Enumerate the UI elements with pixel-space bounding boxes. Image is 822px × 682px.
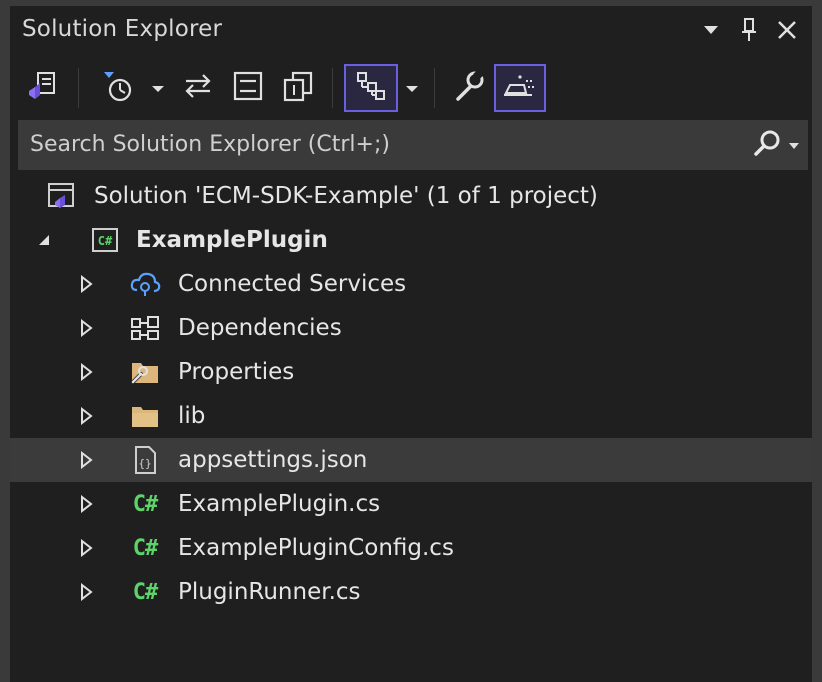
vs-solution-switch-icon (26, 69, 60, 107)
tree-item-label: lib (178, 403, 206, 429)
csharp-file-icon: C# (132, 579, 159, 605)
connected-services-icon (128, 267, 162, 301)
panel-titlebar: Solution Explorer (10, 6, 812, 56)
preview-icon (502, 71, 538, 105)
collapse-triangle-icon[interactable] (34, 228, 54, 252)
csharp-file-icon: C# (132, 491, 159, 517)
expand-triangle-icon[interactable] (76, 536, 96, 560)
pending-changes-filter-button[interactable] (94, 64, 142, 112)
dependencies-icon (128, 311, 162, 345)
switch-views-button[interactable] (20, 64, 66, 112)
collapse-all-button[interactable] (228, 64, 268, 112)
expand-triangle-icon[interactable] (76, 404, 96, 428)
sync-with-active-document-button[interactable] (178, 64, 218, 112)
properties-button[interactable] (448, 64, 490, 112)
expand-triangle-icon[interactable] (76, 316, 96, 340)
tree-item-label: Dependencies (178, 315, 342, 341)
tree-row-lib[interactable]: lib (10, 394, 812, 438)
tree-item-label: appsettings.json (178, 447, 368, 473)
toolbar-separator (332, 68, 333, 108)
class-view-icon (354, 69, 388, 107)
tree-row-project[interactable]: C# ExamplePlugin (10, 218, 812, 262)
explorer-toolbar (10, 58, 812, 118)
csharp-project-icon: C# (88, 223, 122, 257)
show-all-files-button[interactable] (278, 64, 318, 112)
search-input[interactable]: Search Solution Explorer (Ctrl+;) (30, 132, 390, 157)
solution-label: Solution 'ECM-SDK-Example' (1 of 1 proje… (94, 183, 598, 209)
tree-row-properties[interactable]: Properties (10, 350, 812, 394)
panel-title: Solution Explorer (22, 16, 223, 42)
expand-triangle-icon[interactable] (76, 360, 96, 384)
tree-row-solution[interactable]: Solution 'ECM-SDK-Example' (1 of 1 proje… (10, 174, 812, 218)
svg-text:C#: C# (98, 234, 113, 248)
search-box[interactable]: Search Solution Explorer (Ctrl+;) (18, 120, 808, 170)
tree-row-connected-services[interactable]: Connected Services (10, 262, 812, 306)
csharp-file-icon: C# (132, 535, 159, 561)
solution-explorer-panel: Solution Explorer Search Solution Explor… (10, 6, 812, 682)
class-view-dropdown[interactable] (402, 64, 422, 112)
tree-item-label: PluginRunner.cs (178, 579, 361, 605)
collapse-all-icon (231, 69, 265, 107)
show-all-files-icon (281, 69, 315, 107)
wrench-icon (452, 69, 486, 107)
view-class-diagram-button[interactable] (344, 64, 398, 112)
tree-row-examplepluginconfig-cs[interactable]: C# ExamplePluginConfig.cs (10, 526, 812, 570)
search-controls (752, 128, 800, 162)
json-file-icon: {} (128, 443, 162, 477)
toolbar-separator (78, 68, 79, 108)
tree-item-label: Properties (178, 359, 295, 385)
tree-row-appsettings[interactable]: {} appsettings.json (10, 438, 812, 482)
pending-changes-dropdown[interactable] (148, 64, 168, 112)
chevron-down-icon (151, 79, 165, 98)
folder-icon (128, 399, 162, 433)
solution-icon (44, 179, 78, 213)
search-icon[interactable] (752, 128, 782, 162)
tree-item-label: ExamplePluginConfig.cs (178, 535, 454, 561)
expand-triangle-icon[interactable] (76, 272, 96, 296)
clock-filter-icon (100, 68, 136, 108)
svg-text:{}: {} (138, 457, 151, 470)
search-options-chevron-down-icon[interactable] (788, 136, 800, 155)
tree-row-exampleplugin-cs[interactable]: C# ExamplePlugin.cs (10, 482, 812, 526)
tree-row-dependencies[interactable]: Dependencies (10, 306, 812, 350)
close-icon[interactable] (772, 14, 802, 46)
expand-triangle-icon[interactable] (76, 492, 96, 516)
toolbar-separator (434, 68, 435, 108)
expand-triangle-icon[interactable] (76, 448, 96, 472)
sync-arrows-icon (182, 70, 214, 106)
tree-item-label: ExamplePlugin.cs (178, 491, 381, 517)
pin-icon[interactable] (734, 14, 764, 46)
chevron-down-icon (405, 79, 419, 98)
project-label: ExamplePlugin (136, 227, 328, 253)
preview-selected-items-button[interactable] (494, 64, 546, 112)
tree-row-pluginrunner-cs[interactable]: C# PluginRunner.cs (10, 570, 812, 614)
window-position-dropdown-icon[interactable] (696, 14, 726, 46)
tree-item-label: Connected Services (178, 271, 407, 297)
expand-triangle-icon[interactable] (76, 580, 96, 604)
properties-folder-icon (128, 355, 162, 389)
